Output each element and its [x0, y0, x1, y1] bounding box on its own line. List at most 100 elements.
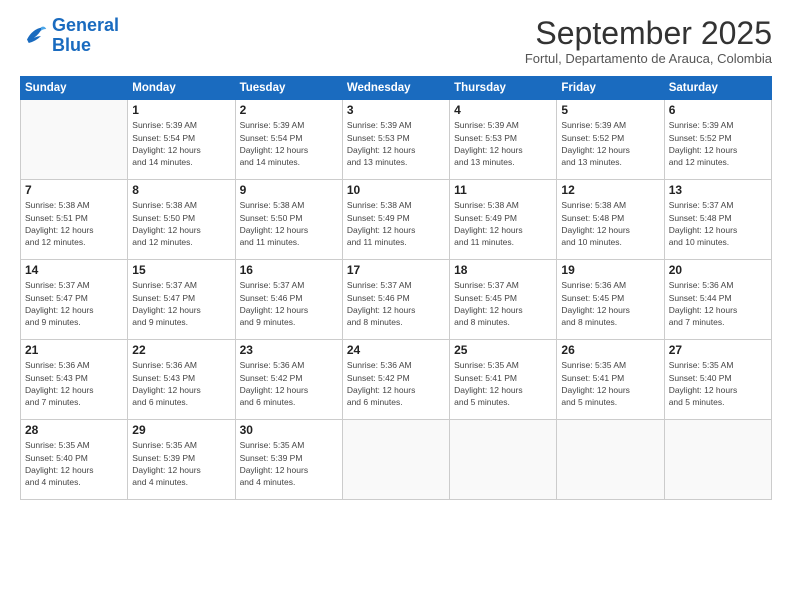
calendar-cell: 13Sunrise: 5:37 AMSunset: 5:48 PMDayligh…: [664, 180, 771, 260]
calendar-cell: 30Sunrise: 5:35 AMSunset: 5:39 PMDayligh…: [235, 420, 342, 500]
calendar-cell: 19 Sunrise: 5:36 AMSunset: 5:45 PMDayligh…: [557, 260, 664, 340]
calendar-cell: 11Sunrise: 5:38 AMSunset: 5:49 PMDayligh…: [450, 180, 557, 260]
day-info: Sunrise: 5:37 AMSunset: 5:46 PMDaylight:…: [347, 279, 445, 328]
calendar-cell: 15 Sunrise: 5:37 AMSunset: 5:47 PMDayligh…: [128, 260, 235, 340]
day-info: Sunrise: 5:39 AMSunset: 5:52 PMDaylight:…: [561, 119, 659, 168]
calendar-cell: 1Sunrise: 5:39 AMSunset: 5:54 PMDaylight…: [128, 100, 235, 180]
calendar-cell: 8 Sunrise: 5:38 AMSunset: 5:50 PMDaylight…: [128, 180, 235, 260]
day-number: 22: [132, 343, 230, 357]
day-info: Sunrise: 5:38 AMSunset: 5:51 PMDaylight:…: [25, 199, 123, 248]
calendar-week-2: 14 Sunrise: 5:37 AMSunset: 5:47 PMDayligh…: [21, 260, 772, 340]
day-number: 18: [454, 263, 552, 277]
calendar: SundayMondayTuesdayWednesdayThursdayFrid…: [20, 76, 772, 500]
day-number: 2: [240, 103, 338, 117]
day-info: Sunrise: 5:36 AMSunset: 5:43 PMDaylight:…: [132, 359, 230, 408]
calendar-cell: 24 Sunrise: 5:36 AMSunset: 5:42 PMDayligh…: [342, 340, 449, 420]
weekday-header-sunday: Sunday: [21, 77, 128, 100]
day-number: 26: [561, 343, 659, 357]
calendar-cell: 10 Sunrise: 5:38 AMSunset: 5:49 PMDayligh…: [342, 180, 449, 260]
day-info: Sunrise: 5:37 AMSunset: 5:47 PMDaylight:…: [132, 279, 230, 328]
day-info: Sunrise: 5:36 AMSunset: 5:43 PMDaylight:…: [25, 359, 123, 408]
day-info: Sunrise: 5:38 AMSunset: 5:48 PMDaylight:…: [561, 199, 659, 248]
day-number: 8: [132, 183, 230, 197]
day-number: 15: [132, 263, 230, 277]
weekday-header-saturday: Saturday: [664, 77, 771, 100]
calendar-cell: 29 Sunrise: 5:35 AMSunset: 5:39 PMDayligh…: [128, 420, 235, 500]
calendar-cell: 7 Sunrise: 5:38 AMSunset: 5:51 PMDaylight…: [21, 180, 128, 260]
calendar-cell: 14 Sunrise: 5:37 AMSunset: 5:47 PMDayligh…: [21, 260, 128, 340]
calendar-cell: 21 Sunrise: 5:36 AMSunset: 5:43 PMDayligh…: [21, 340, 128, 420]
day-number: 27: [669, 343, 767, 357]
day-info: Sunrise: 5:39 AMSunset: 5:54 PMDaylight:…: [132, 119, 230, 168]
calendar-week-1: 7 Sunrise: 5:38 AMSunset: 5:51 PMDaylight…: [21, 180, 772, 260]
day-info: Sunrise: 5:35 AMSunset: 5:41 PMDaylight:…: [454, 359, 552, 408]
day-info: Sunrise: 5:39 AMSunset: 5:54 PMDaylight:…: [240, 119, 338, 168]
month-year: September 2025: [525, 16, 772, 51]
day-info: Sunrise: 5:38 AMSunset: 5:50 PMDaylight:…: [132, 199, 230, 248]
day-info: Sunrise: 5:39 AMSunset: 5:53 PMDaylight:…: [454, 119, 552, 168]
day-number: 20: [669, 263, 767, 277]
day-info: Sunrise: 5:36 AMSunset: 5:45 PMDaylight:…: [561, 279, 659, 328]
calendar-cell: 12 Sunrise: 5:38 AMSunset: 5:48 PMDayligh…: [557, 180, 664, 260]
header: General Blue September 2025 Fortul, Depa…: [20, 16, 772, 66]
weekday-header-friday: Friday: [557, 77, 664, 100]
calendar-cell: [342, 420, 449, 500]
calendar-cell: 25 Sunrise: 5:35 AMSunset: 5:41 PMDayligh…: [450, 340, 557, 420]
day-info: Sunrise: 5:35 AMSunset: 5:39 PMDaylight:…: [132, 439, 230, 488]
day-info: Sunrise: 5:39 AMSunset: 5:52 PMDaylight:…: [669, 119, 767, 168]
calendar-cell: 20 Sunrise: 5:36 AMSunset: 5:44 PMDayligh…: [664, 260, 771, 340]
calendar-cell: 2 Sunrise: 5:39 AMSunset: 5:54 PMDaylight…: [235, 100, 342, 180]
day-info: Sunrise: 5:35 AMSunset: 5:41 PMDaylight:…: [561, 359, 659, 408]
logo-icon: [20, 22, 48, 50]
day-number: 19: [561, 263, 659, 277]
logo-line1: General: [52, 15, 119, 35]
calendar-cell: 6Sunrise: 5:39 AMSunset: 5:52 PMDaylight…: [664, 100, 771, 180]
calendar-week-0: 1Sunrise: 5:39 AMSunset: 5:54 PMDaylight…: [21, 100, 772, 180]
calendar-cell: 5 Sunrise: 5:39 AMSunset: 5:52 PMDaylight…: [557, 100, 664, 180]
day-info: Sunrise: 5:36 AMSunset: 5:42 PMDaylight:…: [240, 359, 338, 408]
calendar-cell: 27 Sunrise: 5:35 AMSunset: 5:40 PMDayligh…: [664, 340, 771, 420]
calendar-cell: 22 Sunrise: 5:36 AMSunset: 5:43 PMDayligh…: [128, 340, 235, 420]
logo: General Blue: [20, 16, 119, 56]
day-info: Sunrise: 5:35 AMSunset: 5:40 PMDaylight:…: [669, 359, 767, 408]
calendar-week-4: 28Sunrise: 5:35 AMSunset: 5:40 PMDayligh…: [21, 420, 772, 500]
day-number: 10: [347, 183, 445, 197]
day-info: Sunrise: 5:36 AMSunset: 5:42 PMDaylight:…: [347, 359, 445, 408]
day-number: 12: [561, 183, 659, 197]
day-number: 9: [240, 183, 338, 197]
day-number: 21: [25, 343, 123, 357]
calendar-cell: 18Sunrise: 5:37 AMSunset: 5:45 PMDayligh…: [450, 260, 557, 340]
day-number: 14: [25, 263, 123, 277]
calendar-cell: 3Sunrise: 5:39 AMSunset: 5:53 PMDaylight…: [342, 100, 449, 180]
day-number: 25: [454, 343, 552, 357]
day-info: Sunrise: 5:36 AMSunset: 5:44 PMDaylight:…: [669, 279, 767, 328]
day-info: Sunrise: 5:38 AMSunset: 5:49 PMDaylight:…: [347, 199, 445, 248]
day-info: Sunrise: 5:35 AMSunset: 5:39 PMDaylight:…: [240, 439, 338, 488]
day-info: Sunrise: 5:38 AMSunset: 5:50 PMDaylight:…: [240, 199, 338, 248]
day-info: Sunrise: 5:37 AMSunset: 5:46 PMDaylight:…: [240, 279, 338, 328]
weekday-header-thursday: Thursday: [450, 77, 557, 100]
day-number: 13: [669, 183, 767, 197]
day-number: 11: [454, 183, 552, 197]
calendar-cell: 26 Sunrise: 5:35 AMSunset: 5:41 PMDayligh…: [557, 340, 664, 420]
day-number: 24: [347, 343, 445, 357]
day-number: 17: [347, 263, 445, 277]
day-info: Sunrise: 5:37 AMSunset: 5:47 PMDaylight:…: [25, 279, 123, 328]
day-number: 7: [25, 183, 123, 197]
day-number: 23: [240, 343, 338, 357]
location: Fortul, Departamento de Arauca, Colombia: [525, 51, 772, 66]
day-info: Sunrise: 5:35 AMSunset: 5:40 PMDaylight:…: [25, 439, 123, 488]
weekday-header-row: SundayMondayTuesdayWednesdayThursdayFrid…: [21, 77, 772, 100]
calendar-cell: [557, 420, 664, 500]
calendar-cell: [21, 100, 128, 180]
day-number: 5: [561, 103, 659, 117]
day-number: 3: [347, 103, 445, 117]
page: General Blue September 2025 Fortul, Depa…: [0, 0, 792, 612]
day-number: 29: [132, 423, 230, 437]
logo-text: General Blue: [52, 16, 119, 56]
calendar-cell: 23 Sunrise: 5:36 AMSunset: 5:42 PMDayligh…: [235, 340, 342, 420]
logo-line2: Blue: [52, 35, 91, 55]
day-number: 4: [454, 103, 552, 117]
calendar-cell: 17 Sunrise: 5:37 AMSunset: 5:46 PMDayligh…: [342, 260, 449, 340]
calendar-cell: 9 Sunrise: 5:38 AMSunset: 5:50 PMDaylight…: [235, 180, 342, 260]
